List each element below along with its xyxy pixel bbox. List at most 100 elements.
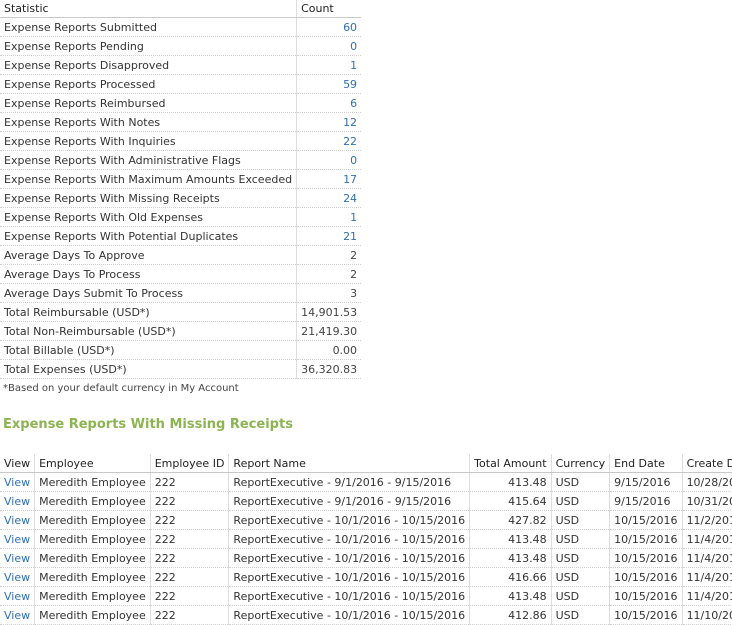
- statistic-count-cell: 3: [296, 283, 362, 303]
- employee-id-cell: 222: [149, 586, 229, 606]
- create-date-cell: 10/31/2016: [681, 491, 732, 511]
- employee-id-cell: 222: [149, 605, 229, 625]
- statistic-count-link[interactable]: 1: [350, 211, 357, 224]
- statistic-label: Expense Reports With Notes: [0, 112, 297, 132]
- statistic-count-link[interactable]: 0: [350, 154, 357, 167]
- statistic-count-cell: 17: [296, 169, 362, 189]
- end-date-cell: 10/15/2016: [609, 586, 683, 606]
- table-row: View Meredith Employee 222 ReportExecutive …: [0, 605, 732, 625]
- report-name-cell: ReportExecutive - 10/1/2016 - 10/15/2016: [228, 605, 470, 625]
- total-amount-cell: 415.64: [469, 491, 552, 511]
- employee-cell: Meredith Employee: [34, 567, 151, 587]
- statistic-label: Expense Reports With Old Expenses: [0, 207, 297, 227]
- view-link[interactable]: View: [4, 476, 30, 489]
- view-link[interactable]: View: [4, 590, 30, 603]
- statistic-row: Total Expenses (USD*) 36,320.83: [0, 359, 362, 379]
- total-amount-cell: 412.86: [469, 605, 552, 625]
- view-link[interactable]: View: [4, 495, 30, 508]
- view-cell: View: [0, 605, 35, 625]
- employee-id-cell: 222: [149, 510, 229, 530]
- view-cell: View: [0, 491, 35, 511]
- statistic-count-cell: 0: [296, 150, 362, 170]
- missing-receipts-header-row: View Employee Employee ID Report Name To…: [0, 454, 732, 473]
- currency-cell: USD: [550, 605, 610, 625]
- view-link[interactable]: View: [4, 552, 30, 565]
- create-date-cell: 11/4/2016: [681, 548, 732, 568]
- report-name-cell: ReportExecutive - 10/1/2016 - 10/15/2016: [228, 567, 470, 587]
- statistic-column-header: Statistic: [0, 0, 297, 18]
- statistic-count-cell: 59: [296, 74, 362, 94]
- report-name-cell: ReportExecutive - 9/1/2016 - 9/15/2016: [228, 491, 470, 511]
- statistic-count-link[interactable]: 17: [343, 173, 357, 186]
- statistic-label: Expense Reports With Administrative Flag…: [0, 150, 297, 170]
- statistic-row: Total Reimbursable (USD*) 14,901.53: [0, 302, 362, 322]
- end-date-cell: 9/15/2016: [609, 491, 683, 511]
- currency-cell: USD: [550, 510, 610, 530]
- end-date-cell: 9/15/2016: [609, 472, 683, 492]
- currency-cell: USD: [550, 586, 610, 606]
- statistic-count-link[interactable]: 1: [350, 59, 357, 72]
- table-row: View Meredith Employee 222 ReportExecutive …: [0, 529, 732, 549]
- create-date-cell: 11/4/2016: [681, 586, 732, 606]
- currency-cell: USD: [550, 491, 610, 511]
- employee-id-cell: 222: [149, 567, 229, 587]
- statistic-count-link[interactable]: 60: [343, 21, 357, 34]
- report-name-cell: ReportExecutive - 10/1/2016 - 10/15/2016: [228, 586, 470, 606]
- statistic-label: Expense Reports Submitted: [0, 17, 297, 37]
- column-header-end-date: End Date: [609, 454, 683, 473]
- statistic-count-cell: 36,320.83: [296, 359, 362, 379]
- view-link[interactable]: View: [4, 571, 30, 584]
- statistic-count-link[interactable]: 12: [343, 116, 357, 129]
- statistic-row: Expense Reports Disapproved 1: [0, 55, 362, 75]
- statistic-count-cell: 2: [296, 264, 362, 284]
- statistic-count-cell: 60: [296, 17, 362, 37]
- currency-cell: USD: [550, 472, 610, 492]
- statistic-row: Average Days Submit To Process 3: [0, 283, 362, 303]
- statistic-count-link[interactable]: 22: [343, 135, 357, 148]
- statistics-header-row: Statistic Count: [0, 0, 362, 18]
- view-cell: View: [0, 510, 35, 530]
- statistic-count-cell: 22: [296, 131, 362, 151]
- statistic-row: Expense Reports With Potential Duplicate…: [0, 226, 362, 246]
- employee-cell: Meredith Employee: [34, 472, 151, 492]
- report-name-cell: ReportExecutive - 9/1/2016 - 9/15/2016: [228, 472, 470, 492]
- missing-receipts-table: View Employee Employee ID Report Name To…: [0, 454, 732, 625]
- statistic-label: Average Days Submit To Process: [0, 283, 297, 303]
- column-header-total-amount: Total Amount: [469, 454, 552, 473]
- statistic-count-link[interactable]: 0: [350, 40, 357, 53]
- column-header-view: View: [0, 454, 35, 473]
- employee-cell: Meredith Employee: [34, 586, 151, 606]
- view-link[interactable]: View: [4, 609, 30, 622]
- statistic-count-value: 3: [350, 286, 358, 300]
- statistic-row: Expense Reports With Inquiries 22: [0, 131, 362, 151]
- statistic-count-link[interactable]: 21: [343, 230, 357, 243]
- statistic-row: Expense Reports With Maximum Amounts Exc…: [0, 169, 362, 189]
- view-link[interactable]: View: [4, 533, 30, 546]
- statistic-count-cell: 24: [296, 188, 362, 208]
- create-date-cell: 10/28/2016: [681, 472, 732, 492]
- statistic-count-cell: 0: [296, 36, 362, 56]
- employee-cell: Meredith Employee: [34, 510, 151, 530]
- statistic-count-link[interactable]: 24: [343, 192, 357, 205]
- view-link[interactable]: View: [4, 514, 30, 527]
- statistic-row: Expense Reports Submitted 60: [0, 17, 362, 37]
- end-date-cell: 10/15/2016: [609, 548, 683, 568]
- total-amount-cell: 413.48: [469, 472, 552, 492]
- column-header-employee-id: Employee ID: [149, 454, 229, 473]
- employee-id-cell: 222: [149, 472, 229, 492]
- statistic-row: Expense Reports With Notes 12: [0, 112, 362, 132]
- table-row: View Meredith Employee 222 ReportExecutive …: [0, 472, 732, 492]
- employee-id-cell: 222: [149, 491, 229, 511]
- section-title: Expense Reports With Missing Receipts: [3, 417, 293, 432]
- end-date-cell: 10/15/2016: [609, 510, 683, 530]
- statistic-label: Expense Reports Disapproved: [0, 55, 297, 75]
- statistic-count-link[interactable]: 6: [350, 97, 357, 110]
- missing-receipts-body: View Meredith Employee 222 ReportExecutive …: [0, 472, 732, 625]
- statistic-count-value: 36,320.83: [301, 362, 358, 376]
- employee-cell: Meredith Employee: [34, 548, 151, 568]
- statistic-count-link[interactable]: 59: [343, 78, 357, 91]
- end-date-cell: 10/15/2016: [609, 529, 683, 549]
- statistic-count-cell: 6: [296, 93, 362, 113]
- statistic-count-value: 14,901.53: [301, 305, 358, 319]
- total-amount-cell: 413.48: [469, 548, 552, 568]
